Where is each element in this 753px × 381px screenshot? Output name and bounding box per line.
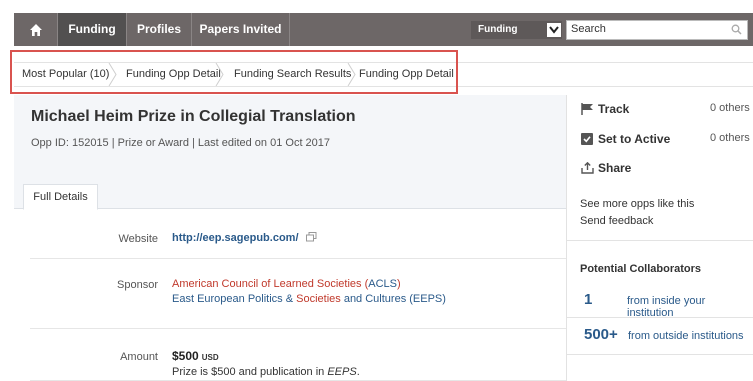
set-active-label: Set to Active bbox=[598, 132, 671, 146]
sponsor-acls-abbr[interactable]: ACLS bbox=[368, 278, 397, 290]
sponsor-eeps-societies[interactable]: Societies bbox=[296, 293, 341, 305]
breadcrumb-item-current: Funding Opp Detail bbox=[359, 68, 454, 80]
tab-profiles[interactable]: Profiles bbox=[127, 13, 191, 46]
home-icon[interactable] bbox=[14, 13, 57, 46]
track-button[interactable]: Track bbox=[580, 100, 629, 118]
right-sidebar: Track 0 others Set to Active 0 others Sh… bbox=[567, 95, 753, 381]
page-title: Michael Heim Prize in Collegial Translat… bbox=[31, 108, 356, 125]
collab-outside-link[interactable]: from outside institutions bbox=[628, 330, 744, 342]
chevron-down-icon bbox=[547, 23, 561, 37]
breadcrumb-item[interactable]: Funding Opp Detail bbox=[126, 63, 221, 86]
search-icon[interactable] bbox=[731, 24, 742, 38]
breadcrumb-separator-icon bbox=[108, 63, 117, 86]
opportunity-meta: Opp ID: 152015 | Prize or Award | Last e… bbox=[31, 137, 331, 149]
detail-row-website: Website http://eep.sagepub.com/ bbox=[30, 209, 566, 259]
share-button[interactable]: Share bbox=[580, 159, 631, 177]
search-scope-value: Funding bbox=[478, 24, 518, 35]
amount-note-end: . bbox=[356, 366, 360, 378]
website-link[interactable]: http://eep.sagepub.com/ bbox=[172, 232, 299, 244]
breadcrumb-separator-icon bbox=[347, 63, 356, 86]
amount-currency: USD bbox=[201, 353, 219, 362]
search-input[interactable]: Search bbox=[566, 20, 748, 40]
sidebar-divider bbox=[567, 240, 753, 241]
external-link-icon[interactable] bbox=[305, 232, 317, 242]
checkbox-icon bbox=[580, 132, 594, 146]
top-nav-bar: Funding Profiles Papers Invited Funding … bbox=[14, 13, 753, 46]
flag-icon bbox=[580, 102, 594, 116]
breadcrumb-item[interactable]: Most Popular (10) bbox=[22, 63, 109, 86]
breadcrumb: Most Popular (10) Funding Opp Detail Fun… bbox=[14, 62, 753, 87]
website-value: http://eep.sagepub.com/ bbox=[172, 231, 317, 246]
amount-note-eeps: EEPS bbox=[327, 366, 357, 378]
amount-label: Amount bbox=[120, 351, 158, 363]
send-feedback-link[interactable]: Send feedback bbox=[580, 215, 653, 227]
more-opps-link[interactable]: See more opps like this bbox=[580, 198, 694, 210]
sponsor-label: Sponsor bbox=[117, 279, 158, 291]
tab-full-details[interactable]: Full Details bbox=[23, 184, 98, 210]
sponsor-eeps-link[interactable]: East European Politics & bbox=[172, 293, 296, 305]
collaborators-title: Potential Collaborators bbox=[580, 263, 702, 275]
collab-inside-count[interactable]: 1 bbox=[584, 291, 592, 308]
active-count: 0 others bbox=[710, 132, 750, 144]
sponsor-line-1: American Council of Learned Societies (A… bbox=[172, 277, 446, 292]
opportunity-detail: Michael Heim Prize in Collegial Translat… bbox=[14, 95, 567, 381]
nav-divider bbox=[289, 13, 290, 46]
sponsor-value: American Council of Learned Societies (A… bbox=[172, 277, 446, 307]
collab-inside-link[interactable]: from inside your institution bbox=[627, 295, 753, 319]
sponsor-acls-close: ) bbox=[397, 278, 401, 290]
breadcrumb-separator-icon bbox=[215, 63, 224, 86]
search-scope-select[interactable]: Funding bbox=[471, 21, 562, 39]
amount-note: Prize is $500 and publication in EEPS. bbox=[172, 365, 360, 380]
search-placeholder: Search bbox=[571, 23, 606, 35]
sponsor-eeps-rest[interactable]: and Cultures (EEPS) bbox=[341, 293, 446, 305]
amount-value: $500 USD Prize is $500 and publication i… bbox=[172, 349, 360, 380]
track-count: 0 others bbox=[710, 102, 750, 114]
set-active-button[interactable]: Set to Active bbox=[580, 130, 670, 148]
detail-row-sponsor: Sponsor American Council of Learned Soci… bbox=[30, 259, 566, 329]
amount-figure: $500 USD bbox=[172, 349, 360, 365]
share-label: Share bbox=[598, 161, 632, 175]
amount-number: $500 bbox=[172, 349, 199, 363]
sponsor-acls-link[interactable]: American Council of Learned Societies ( bbox=[172, 278, 368, 290]
share-icon bbox=[580, 161, 594, 175]
tab-funding[interactable]: Funding bbox=[58, 13, 126, 46]
amount-note-text: Prize is $500 and publication in bbox=[172, 366, 328, 378]
sidebar-divider bbox=[567, 317, 753, 318]
collab-outside-count[interactable]: 500+ bbox=[584, 326, 618, 343]
sponsor-line-2: East European Politics & Societies and C… bbox=[172, 292, 446, 307]
tab-papers-invited[interactable]: Papers Invited bbox=[192, 13, 289, 46]
opportunity-header: Michael Heim Prize in Collegial Translat… bbox=[14, 95, 566, 210]
breadcrumb-item[interactable]: Funding Search Results bbox=[234, 63, 351, 86]
detail-row-amount: Amount $500 USD Prize is $500 and public… bbox=[30, 329, 566, 381]
track-label: Track bbox=[598, 102, 630, 116]
website-label: Website bbox=[118, 233, 158, 245]
sidebar-divider bbox=[567, 354, 753, 355]
